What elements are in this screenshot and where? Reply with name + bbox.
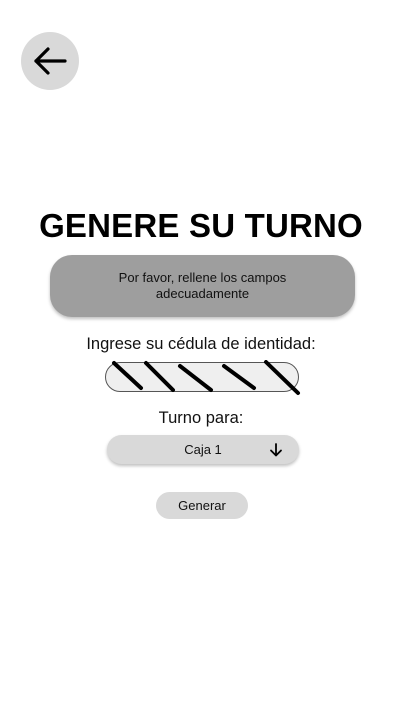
id-field-label: Ingrese su cédula de identidad: (86, 335, 316, 353)
alert-message: Por favor, rellene los campos adecuadame… (118, 270, 287, 301)
turn-select[interactable]: Caja 1 (107, 435, 299, 464)
id-number-input[interactable] (105, 362, 299, 392)
generate-button[interactable]: Generar (156, 492, 248, 519)
arrow-left-icon (32, 46, 68, 76)
arrow-down-icon (269, 442, 283, 458)
back-button[interactable] (21, 32, 79, 90)
page-title: GENERE SU TURNO (39, 207, 363, 244)
turn-field-label: Turno para: (158, 409, 244, 427)
generate-turn-screen: GENERE SU TURNO Por favor, rellene los c… (0, 0, 402, 722)
id-field-container (105, 360, 300, 395)
validation-alert: Por favor, rellene los campos adecuadame… (50, 255, 355, 317)
